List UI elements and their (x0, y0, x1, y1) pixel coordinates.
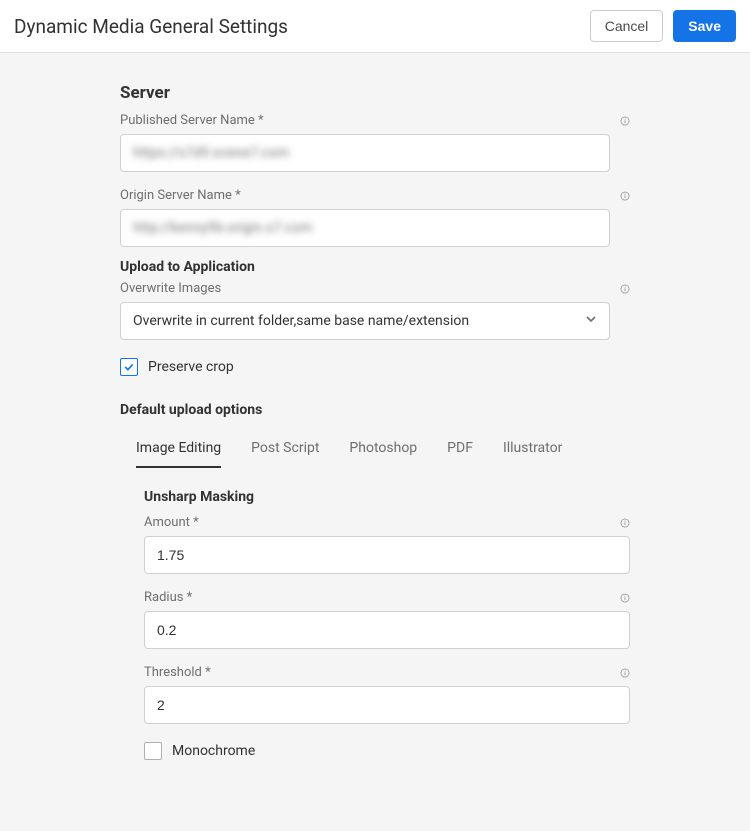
info-icon[interactable] (620, 116, 630, 126)
save-button[interactable]: Save (673, 10, 736, 42)
overwrite-label-row: Overwrite Images (120, 281, 630, 296)
tab-photoshop[interactable]: Photoshop (349, 440, 417, 468)
threshold-label: Threshold * (144, 665, 211, 680)
threshold-input[interactable] (144, 686, 630, 724)
published-server-value: https://s7d9.scene7.com (133, 145, 289, 161)
info-icon[interactable] (620, 191, 630, 201)
overwrite-select[interactable]: Overwrite in current folder,same base na… (120, 302, 610, 340)
origin-server-input[interactable]: http://kenny9b.origin.s7.com (120, 209, 610, 247)
monochrome-label: Monochrome (172, 743, 255, 759)
amount-label-row: Amount * (144, 515, 630, 530)
radius-input[interactable] (144, 611, 630, 649)
origin-server-label: Origin Server Name * (120, 188, 241, 203)
published-server-label: Published Server Name * (120, 113, 264, 128)
default-upload-heading: Default upload options (120, 402, 630, 418)
overwrite-label: Overwrite Images (120, 281, 221, 296)
origin-server-value: http://kenny9b.origin.s7.com (133, 220, 312, 236)
origin-server-label-row: Origin Server Name * (120, 188, 630, 203)
upload-heading: Upload to Application (120, 259, 630, 275)
published-server-input[interactable]: https://s7d9.scene7.com (120, 134, 610, 172)
overwrite-selected-value: Overwrite in current folder,same base na… (133, 313, 469, 329)
radius-label: Radius * (144, 590, 192, 605)
amount-input[interactable] (144, 536, 630, 574)
page-title: Dynamic Media General Settings (14, 15, 288, 38)
amount-label: Amount * (144, 515, 199, 530)
server-heading: Server (120, 83, 630, 103)
tab-illustrator[interactable]: Illustrator (503, 440, 562, 468)
tab-body-image-editing: Unsharp Masking Amount * Radius * Thresh… (120, 489, 630, 760)
chevron-down-icon (585, 313, 597, 329)
threshold-label-row: Threshold * (144, 665, 630, 680)
tab-pdf[interactable]: PDF (447, 440, 473, 468)
info-icon[interactable] (620, 518, 630, 528)
info-icon[interactable] (620, 668, 630, 678)
radius-label-row: Radius * (144, 590, 630, 605)
preserve-crop-checkbox[interactable] (120, 358, 138, 376)
tab-image-editing[interactable]: Image Editing (136, 440, 221, 468)
topbar: Dynamic Media General Settings Cancel Sa… (0, 0, 750, 53)
cancel-button[interactable]: Cancel (590, 10, 664, 42)
unsharp-heading: Unsharp Masking (144, 489, 630, 505)
published-server-label-row: Published Server Name * (120, 113, 630, 128)
tabs: Image Editing Post Script Photoshop PDF … (120, 440, 630, 469)
preserve-crop-label: Preserve crop (148, 359, 234, 375)
info-icon[interactable] (620, 284, 630, 294)
info-icon[interactable] (620, 593, 630, 603)
preserve-crop-row: Preserve crop (120, 358, 630, 376)
monochrome-checkbox[interactable] (144, 742, 162, 760)
monochrome-row: Monochrome (144, 742, 630, 760)
tab-post-script[interactable]: Post Script (251, 440, 319, 468)
content: Server Published Server Name * https://s… (120, 83, 630, 800)
topbar-actions: Cancel Save (590, 10, 736, 42)
